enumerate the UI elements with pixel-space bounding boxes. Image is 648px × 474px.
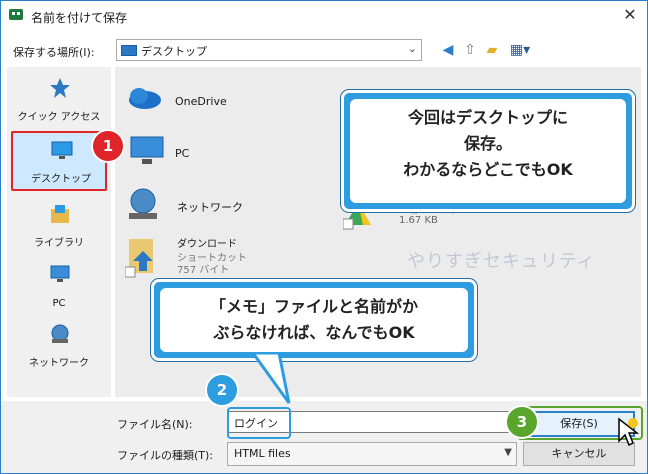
save-dialog: 名前を付けて保存 ✕ 保存する場所(I): デスクトップ ⌄ ◀ ⇧ ▰ ▦▾ … [0, 0, 648, 474]
place-label: クイック アクセス [17, 112, 101, 123]
callout-top: 今回はデスクトップに 保存。 わかるならどこでもOK [341, 90, 635, 212]
place-label: ライブラリ [34, 238, 84, 249]
file-name: PC [175, 147, 190, 160]
file-name: ネットワーク [177, 201, 243, 214]
filename-label: ファイル名(N): [117, 418, 193, 431]
view-menu-icon[interactable]: ▦▾ [507, 41, 533, 59]
place-label: ネットワーク [29, 358, 89, 369]
location-label: 保存する場所(I): [13, 46, 95, 59]
chevron-down-icon: ▼ [504, 447, 512, 458]
callout-line: 保存。 [463, 134, 512, 153]
up-folder-icon[interactable]: ⇧ [461, 41, 479, 59]
callout-line: 「メモ」ファイルと名前がか [209, 297, 418, 316]
network-icon [51, 324, 69, 343]
callout-bottom: 「メモ」ファイルと名前がか ぶらなければ、なんでもOK [151, 279, 477, 361]
filetype-value: HTML files [234, 447, 291, 460]
mouse-cursor-icon [618, 417, 640, 447]
app-icon [9, 9, 23, 20]
network-icon [129, 188, 157, 219]
place-pc[interactable]: PC [11, 257, 107, 313]
file-size: 1.67 KB [399, 215, 438, 226]
file-name: ダウンロード [177, 239, 237, 250]
computer-icon [130, 136, 164, 164]
step-badge: 1 [91, 129, 125, 163]
callout-line: わかるならどこでもOK [403, 160, 573, 179]
place-quick-access[interactable]: クイック アクセス [11, 71, 107, 127]
location-dropdown[interactable]: デスクトップ ⌄ [116, 39, 422, 61]
download-folder-icon [125, 239, 153, 278]
location-row: 保存する場所(I): デスクトップ ⌄ ◀ ⇧ ▰ ▦▾ [1, 35, 647, 65]
file-size: 757 バイト [177, 265, 230, 276]
window-title: 名前を付けて保存 [31, 11, 128, 25]
place-label: PC [52, 298, 66, 309]
chevron-down-icon: ⌄ [407, 42, 417, 55]
title-bar: 名前を付けて保存 ✕ [1, 1, 647, 31]
place-network[interactable]: ネットワーク [11, 317, 107, 373]
file-name: OneDrive [175, 95, 227, 108]
close-button[interactable]: ✕ [619, 5, 641, 25]
step-badge: 2 [205, 373, 239, 407]
callout-pointer [251, 353, 291, 404]
watermark: やりすぎセキュリティ [407, 251, 596, 272]
cloud-icon [129, 88, 161, 109]
computer-icon [50, 265, 70, 282]
desktop-icon [51, 141, 73, 159]
filetype-dropdown[interactable]: HTML files ▼ [227, 442, 517, 466]
step-badge: 3 [505, 405, 539, 439]
places-bar: クイック アクセス デスクトップ ライブラリ PC ネットワーク [7, 67, 111, 397]
place-libraries[interactable]: ライブラリ [11, 197, 107, 253]
desktop-icon [121, 45, 137, 56]
star-icon [50, 78, 70, 98]
filetype-label: ファイルの種類(T): [117, 449, 214, 462]
back-icon[interactable]: ◀ [439, 41, 457, 59]
callout-line: ぶらなければ、なんでもOK [213, 323, 415, 342]
new-folder-icon[interactable]: ▰ [483, 41, 501, 59]
place-label: デスクトップ [31, 174, 91, 185]
location-value: デスクトップ [141, 45, 207, 58]
highlight-filename [227, 407, 291, 439]
library-icon [51, 205, 69, 223]
callout-line: 今回はデスクトップに [407, 108, 568, 127]
